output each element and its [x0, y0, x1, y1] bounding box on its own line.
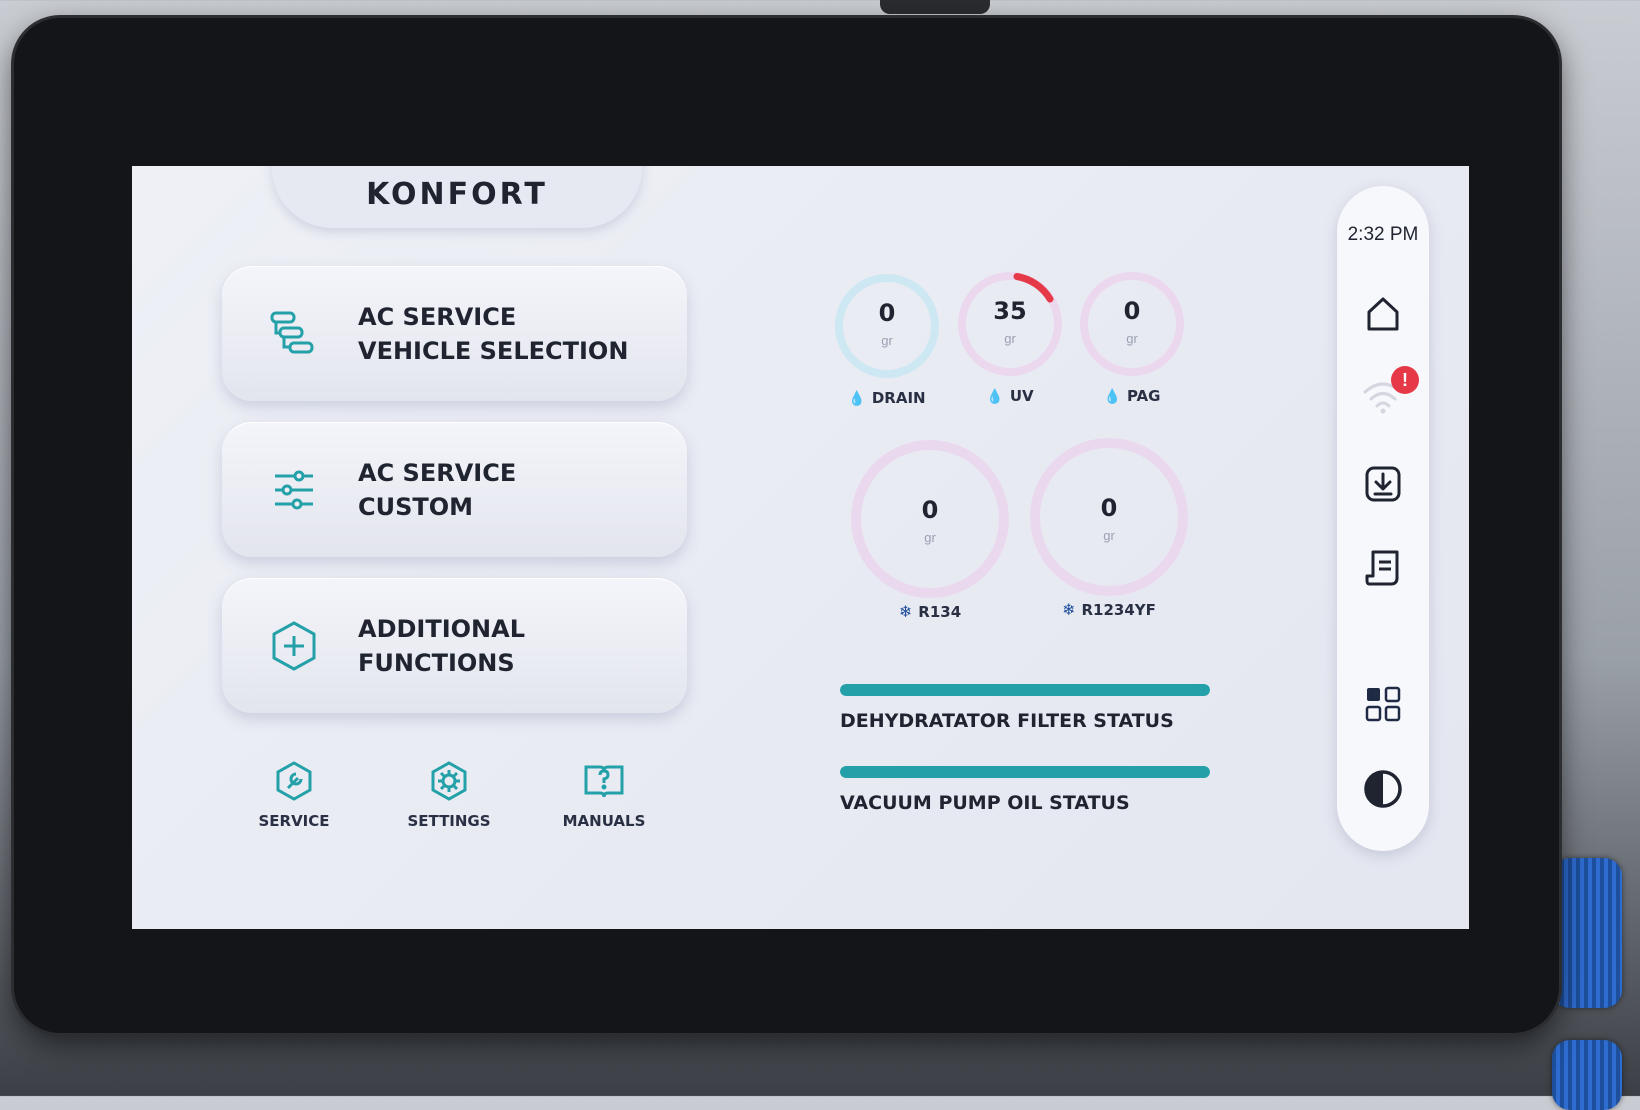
settings-label: SETTINGS — [407, 812, 491, 830]
r134-unit: gr — [924, 530, 936, 545]
dehydrator-status-label: DEHYDRATATOR FILTER STATUS — [840, 710, 1174, 732]
book-icon — [584, 765, 624, 798]
pag-unit: gr — [1126, 331, 1138, 346]
dehydrator-filter-status: DEHYDRATATOR FILTER STATUS — [840, 684, 1210, 732]
home-icon — [1367, 297, 1399, 331]
pag-value: 0 — [1123, 297, 1141, 325]
service-nav-item[interactable]: SERVICE — [234, 761, 354, 830]
vehicle-selection-line2: VEHICLE SELECTION — [358, 336, 629, 365]
dehydrator-progress-track — [840, 684, 1210, 696]
report-button[interactable] — [1337, 548, 1429, 588]
apps-button[interactable] — [1337, 684, 1429, 724]
additional-label: ADDITIONAL FUNCTIONS — [358, 612, 525, 680]
clock: 2:32 PM — [1347, 224, 1419, 245]
ac-service-custom-button[interactable]: AC SERVICE CUSTOM — [222, 422, 687, 557]
r134-gauge: 0 gr ❄ R134 — [845, 434, 1015, 624]
uv-caption: 💧 UV — [955, 387, 1065, 405]
snowflake-icon: ❄ — [898, 602, 913, 621]
alert-badge: ! — [1391, 366, 1419, 394]
vacuum-pump-progress-fill — [840, 766, 1210, 778]
uv-gauge: 35 gr 💧 UV — [955, 269, 1065, 405]
gear-icon — [431, 761, 467, 801]
uv-label: UV — [1009, 387, 1034, 405]
vehicle-selection-line1: AC SERVICE — [358, 302, 517, 331]
grid-icon — [1365, 686, 1401, 722]
drop-icon: 💧 — [848, 391, 866, 407]
r1234yf-unit: gr — [1103, 528, 1115, 543]
contrast-icon — [1364, 770, 1402, 808]
theme-toggle-button[interactable] — [1337, 768, 1429, 810]
drop-icon: 💧 — [1103, 389, 1121, 405]
logo-header: KONFORT — [272, 166, 642, 228]
r1234yf-gauge: 0 gr ❄ R1234YF — [1024, 432, 1194, 622]
uv-value: 35 — [993, 297, 1027, 325]
vacuum-pump-progress-track — [840, 766, 1210, 778]
device-mount — [880, 0, 990, 14]
vacuum-pump-oil-status: VACUUM PUMP OIL STATUS — [840, 766, 1210, 814]
ac-service-vehicle-selection-button[interactable]: AC SERVICE VEHICLE SELECTION — [222, 266, 687, 401]
uv-level-arc — [1013, 273, 1054, 303]
r1234yf-label: R1234YF — [1081, 601, 1156, 619]
manuals-label: MANUALS — [562, 812, 646, 830]
drain-label: DRAIN — [871, 389, 926, 407]
download-icon — [1365, 466, 1401, 502]
right-sidebar: 2:32 PM ! — [1337, 186, 1429, 851]
r134-caption: ❄ R134 — [845, 602, 1015, 621]
uv-unit: gr — [1004, 331, 1016, 346]
drain-caption: 💧 DRAIN — [832, 389, 942, 407]
drop-icon: 💧 — [986, 389, 1004, 405]
custom-label: AC SERVICE CUSTOM — [358, 456, 516, 524]
additional-functions-button[interactable]: ADDITIONAL FUNCTIONS — [222, 578, 687, 713]
pag-gauge: 0 gr 💧 PAG — [1077, 269, 1187, 405]
side-knob-lower — [1552, 1040, 1622, 1110]
snowflake-icon: ❄ — [1062, 600, 1076, 619]
pag-label: PAG — [1126, 387, 1161, 405]
receipt-icon — [1365, 550, 1399, 586]
dehydrator-progress-fill — [840, 684, 1210, 696]
manuals-nav-item[interactable]: MANUALS — [544, 761, 664, 830]
device-bezel: KONFORT AC SERVICE VEHICLE SELECTION AC … — [14, 18, 1559, 1033]
drain-gauge: 0 gr 💧 DRAIN — [832, 271, 942, 407]
download-button[interactable] — [1337, 464, 1429, 504]
settings-nav-item[interactable]: SETTINGS — [389, 761, 509, 830]
service-label: SERVICE — [258, 812, 330, 830]
wrench-icon — [276, 761, 312, 801]
r134-value: 0 — [921, 496, 939, 524]
additional-line1: ADDITIONAL — [358, 614, 526, 643]
r134-label: R134 — [918, 603, 962, 621]
drain-unit: gr — [881, 333, 893, 348]
plus-hexagon-icon — [262, 614, 326, 678]
custom-line1: AC SERVICE — [358, 458, 517, 487]
drain-value: 0 — [878, 299, 896, 327]
screen: KONFORT AC SERVICE VEHICLE SELECTION AC … — [132, 166, 1469, 929]
custom-line2: CUSTOM — [358, 492, 474, 521]
side-knob — [1552, 858, 1622, 1008]
vehicle-selection-label: AC SERVICE VEHICLE SELECTION — [358, 300, 628, 368]
additional-line2: FUNCTIONS — [358, 648, 515, 677]
r1234yf-caption: ❄ R1234YF — [1024, 600, 1194, 619]
brand-logo: KONFORT — [366, 177, 548, 212]
wifi-status-button[interactable]: ! — [1337, 366, 1429, 416]
vacuum-pump-status-label: VACUUM PUMP OIL STATUS — [840, 792, 1130, 814]
vehicle-list-icon — [262, 302, 326, 366]
home-button[interactable] — [1337, 294, 1429, 334]
pag-caption: 💧 PAG — [1077, 387, 1187, 405]
sliders-icon — [262, 458, 326, 522]
r1234yf-value: 0 — [1100, 494, 1118, 522]
